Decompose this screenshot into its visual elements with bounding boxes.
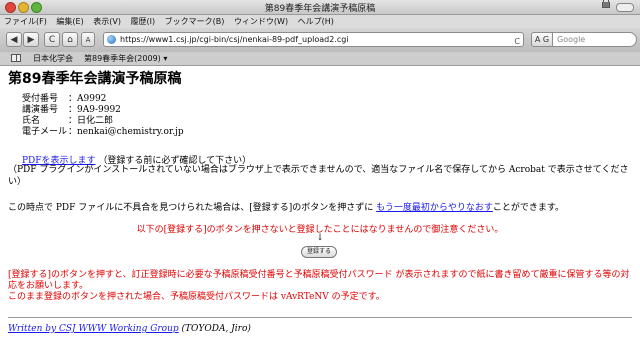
retry-line: この時点で PDF ファイルに不具合を見つけられた場合は、[登録する]のボタンを…	[8, 200, 564, 213]
field-value: ：A9992	[68, 94, 107, 104]
reload-icon[interactable]: C	[514, 35, 520, 48]
bookmark-csj[interactable]: 日本化学会	[33, 53, 73, 64]
menu-edit[interactable]: 編集(E)	[52, 15, 86, 27]
field-label: 電子メール	[22, 127, 68, 137]
field-value: ：9A9-9992	[68, 105, 121, 115]
bookmarks-icon[interactable]	[11, 54, 21, 62]
retry-text-after: ことができます。	[492, 203, 564, 213]
password-warning: [登録する]のボタンを押すと、訂正登録時に必要な予稿原稿受付番号と予稿原稿受付パ…	[8, 270, 634, 303]
register-button[interactable]: 登録する	[301, 246, 337, 258]
page-content: 第89春季年会講演予稿原稿 受付番号 ：A9992 講演番号 ：9A9-9992…	[0, 66, 640, 359]
lock-icon	[602, 0, 610, 8]
reload-button[interactable]: C	[44, 32, 60, 47]
info-row: 講演番号 ：9A9-9992	[22, 105, 184, 116]
field-value: ：nenkai@chemistry.or.jp	[68, 127, 184, 137]
down-arrow-icon: ↓	[316, 233, 324, 243]
menu-help[interactable]: ヘルプ(H)	[294, 15, 337, 27]
footer-link[interactable]: Written by CSJ WWW Working Group	[8, 324, 179, 334]
plugin-note: （PDF プラグインがインストールされていない場合はブラウザ上で表示できませんの…	[8, 165, 629, 187]
info-row: 受付番号 ：A9992	[22, 94, 184, 105]
back-button[interactable]: ◀	[6, 32, 22, 47]
address-bar-url: https://www1.csj.jp/cgi-bin/csj/nenkai-8…	[120, 35, 349, 44]
password-warning-line2: このまま登録のボタンを押された場合、予稿原稿受付パスワードは vAvRTeNV …	[8, 292, 385, 302]
submission-info: 受付番号 ：A9992 講演番号 ：9A9-9992 氏名 ：日化二郎 電子メー…	[22, 94, 184, 138]
bookmarks-bar: 日本化学会 第89春季年会(2009) ▾	[0, 52, 640, 66]
bookmark-nenkai-folder[interactable]: 第89春季年会(2009) ▾	[84, 53, 167, 64]
divider	[8, 317, 632, 318]
search-engine-button[interactable]: A G	[531, 32, 553, 47]
menu-bookmarks[interactable]: ブックマーク(B)	[161, 15, 228, 27]
menu-history[interactable]: 履歴(I)	[127, 15, 159, 27]
search-input[interactable]: Google	[553, 32, 637, 47]
field-label: 講演番号	[22, 105, 59, 115]
menu-window[interactable]: ウィンドウ(W)	[230, 15, 291, 27]
toolbar-toggle-button[interactable]	[616, 3, 634, 12]
address-bar[interactable]: https://www1.csj.jp/cgi-bin/csj/nenkai-8…	[103, 32, 524, 47]
navigation-toolbar: ◀ ▶ C ⌂ A https://www1.csj.jp/cgi-bin/cs…	[0, 28, 640, 52]
field-value: ：日化二郎	[68, 116, 114, 126]
home-button[interactable]: ⌂	[62, 32, 78, 47]
field-label: 受付番号	[22, 94, 59, 104]
info-row: 氏名 ：日化二郎	[22, 116, 184, 127]
info-row: 電子メール ：nenkai@chemistry.or.jp	[22, 127, 184, 138]
menu-file[interactable]: ファイル(F)	[0, 15, 50, 27]
field-label: 氏名	[22, 116, 41, 126]
retry-link[interactable]: もう一度最初からやりなおす	[376, 203, 493, 213]
site-globe-icon	[107, 35, 116, 44]
menu-bar: ファイル(F) 編集(E) 表示(V) 履歴(I) ブックマーク(B) ウィンド…	[0, 15, 640, 28]
menu-view[interactable]: 表示(V)	[89, 15, 124, 27]
browser-window: 第89春季年会講演予稿原稿 ファイル(F) 編集(E) 表示(V) 履歴(I) …	[0, 0, 640, 359]
password-warning-line1: [登録する]のボタンを押すと、訂正登録時に必要な予稿原稿受付番号と予稿原稿受付パ…	[8, 270, 630, 291]
text-smaller-button[interactable]: A	[81, 32, 95, 47]
title-bar: 第89春季年会講演予稿原稿	[0, 0, 640, 15]
page-title: 第89春季年会講演予稿原稿	[8, 71, 182, 87]
forward-button[interactable]: ▶	[23, 32, 39, 47]
footer: Written by CSJ WWW Working Group (TOYODA…	[8, 324, 251, 334]
retry-text-before: この時点で PDF ファイルに不具合を見つけられた場合は、[登録する]のボタンを…	[8, 203, 377, 213]
window-title: 第89春季年会講演予稿原稿	[264, 4, 376, 14]
footer-author: (TOYODA, Jiro)	[178, 324, 251, 334]
